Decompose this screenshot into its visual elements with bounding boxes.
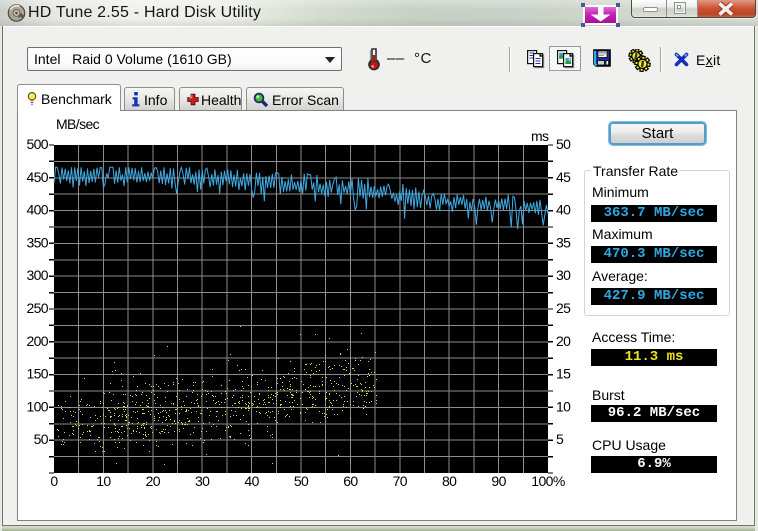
svg-text:0: 0: [50, 473, 58, 489]
svg-text:60: 60: [343, 473, 358, 489]
svg-text:500: 500: [26, 136, 48, 152]
svg-text:20: 20: [556, 333, 571, 349]
svg-text:50: 50: [556, 136, 571, 152]
svg-text:200: 200: [26, 333, 48, 349]
svg-text:50: 50: [34, 431, 49, 447]
svg-text:10: 10: [556, 398, 571, 414]
svg-text:30: 30: [556, 267, 571, 283]
svg-text:MB/sec: MB/sec: [56, 116, 100, 132]
svg-text:5: 5: [556, 431, 564, 447]
svg-text:45: 45: [556, 169, 571, 185]
svg-text:40: 40: [556, 202, 571, 218]
svg-text:50: 50: [294, 473, 309, 489]
svg-text:100: 100: [26, 398, 48, 414]
svg-text:90: 90: [491, 473, 506, 489]
svg-text:300: 300: [26, 267, 48, 283]
svg-text:40: 40: [244, 473, 259, 489]
svg-text:35: 35: [556, 234, 571, 250]
svg-text:70: 70: [393, 473, 408, 489]
svg-text:20: 20: [146, 473, 161, 489]
svg-text:350: 350: [26, 234, 48, 250]
svg-text:400: 400: [26, 202, 48, 218]
svg-text:ms: ms: [531, 128, 549, 144]
svg-text:80: 80: [442, 473, 457, 489]
svg-text:100%: 100%: [531, 473, 565, 489]
svg-text:150: 150: [26, 366, 48, 382]
svg-text:25: 25: [556, 300, 571, 316]
svg-text:30: 30: [195, 473, 210, 489]
svg-text:450: 450: [26, 169, 48, 185]
svg-text:250: 250: [26, 300, 48, 316]
svg-text:15: 15: [556, 366, 571, 382]
svg-text:10: 10: [96, 473, 111, 489]
